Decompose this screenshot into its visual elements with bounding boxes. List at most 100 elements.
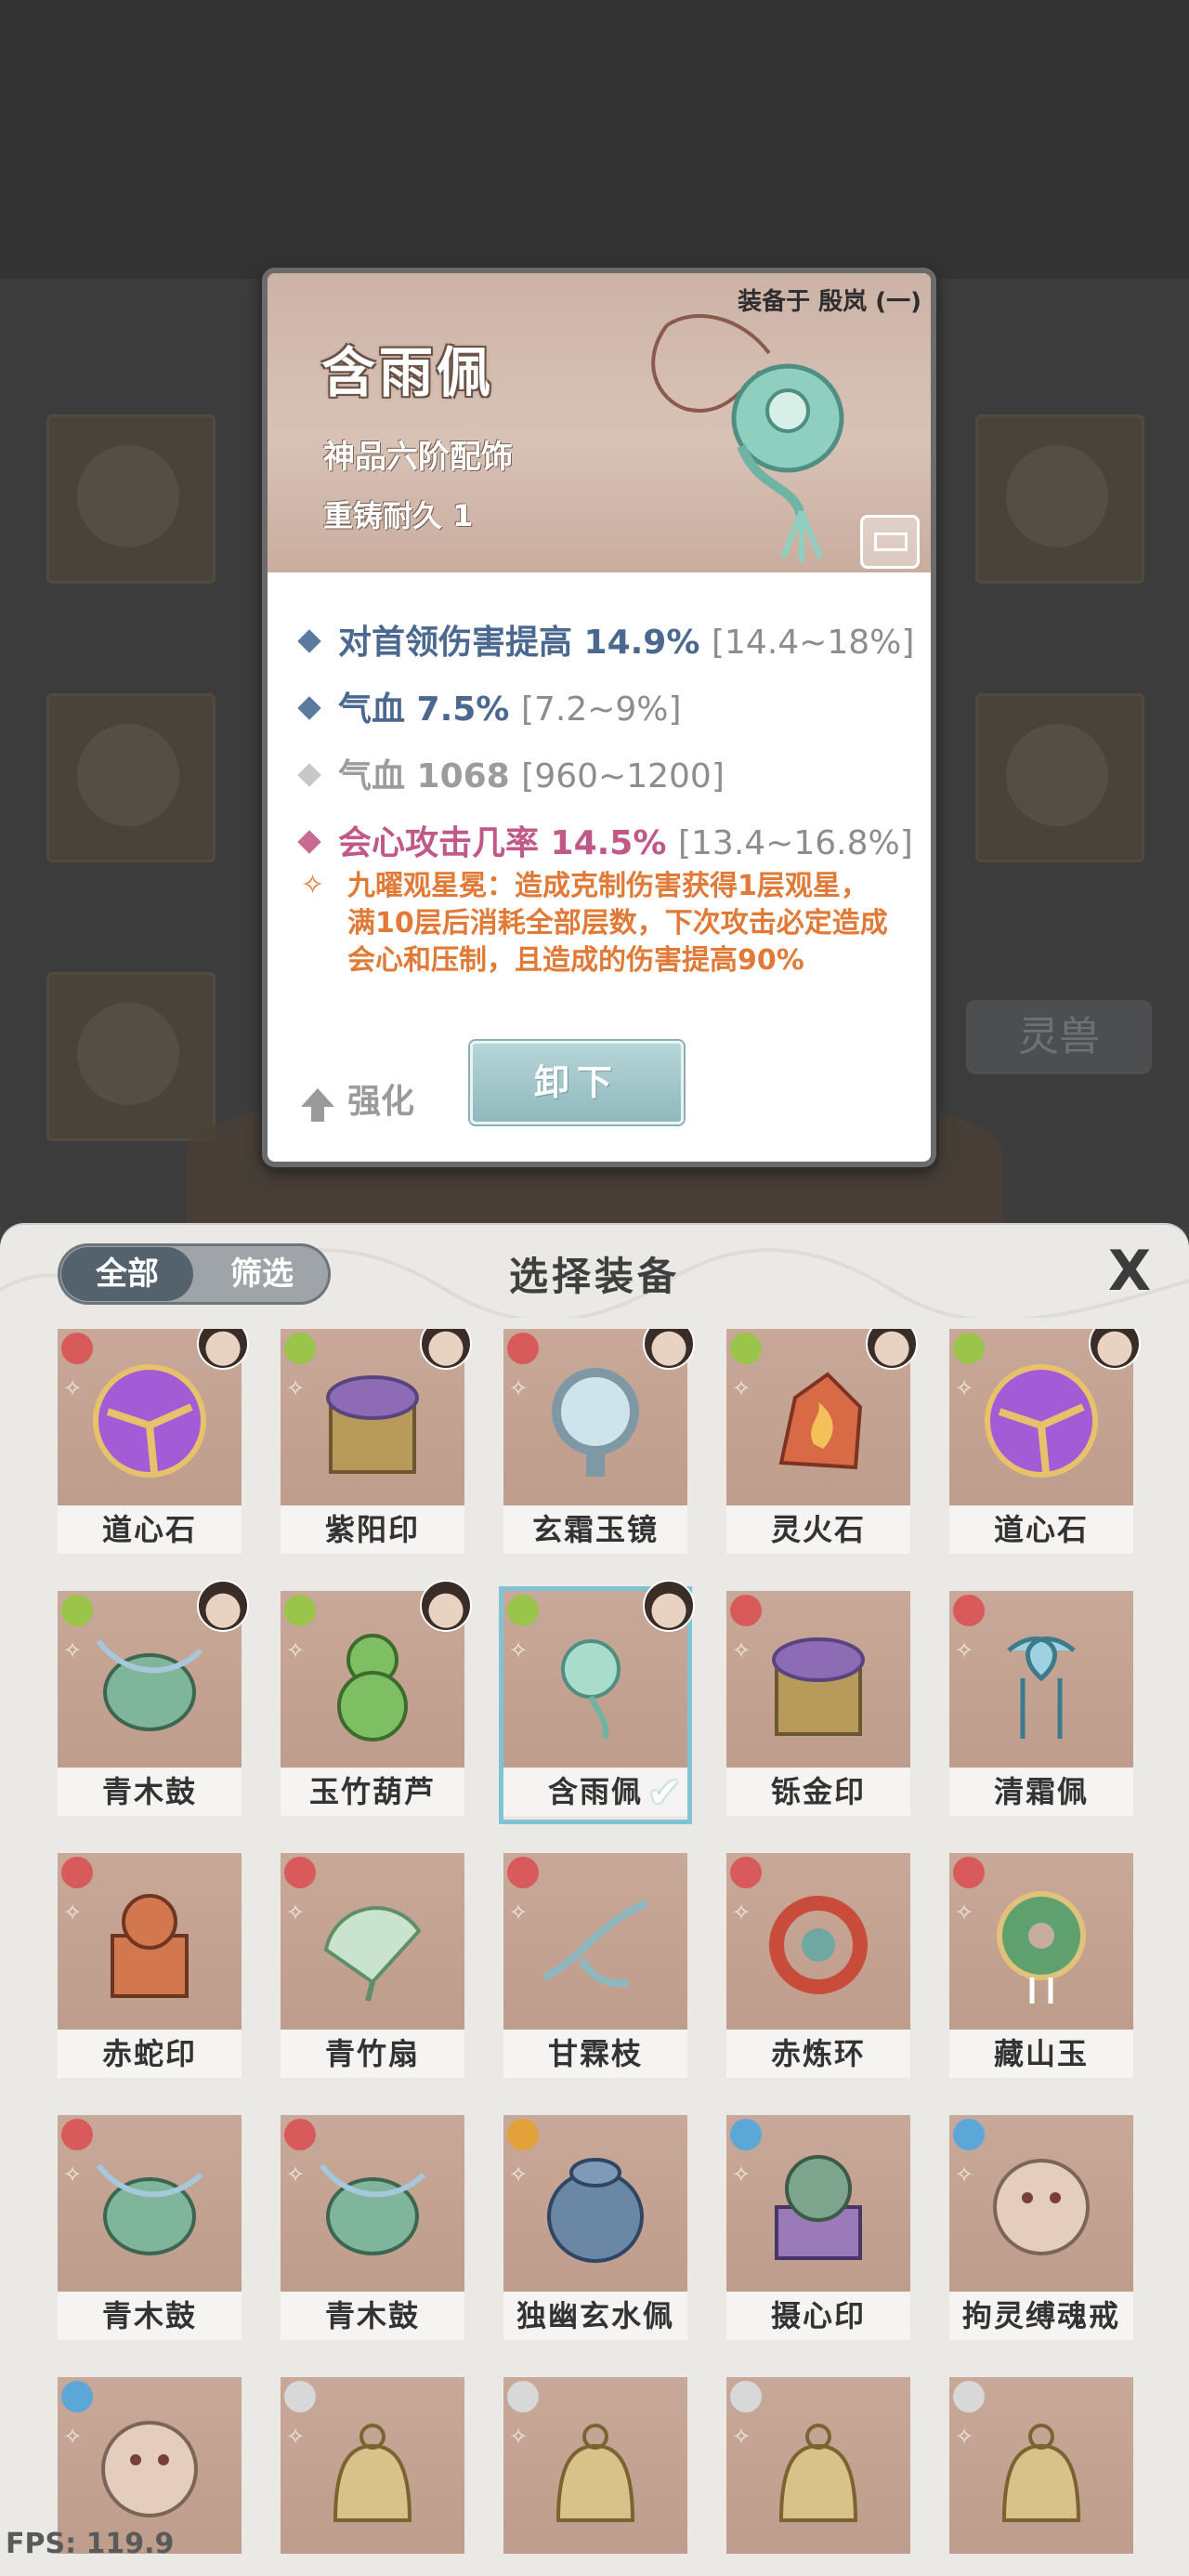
element-badge-icon	[284, 1857, 316, 1888]
stat-line: 气血 1068 [960~1200]	[297, 749, 725, 797]
equipment-slot[interactable]: ✧ 甘霖枝	[503, 1853, 687, 2082]
equipment-art: ✧	[726, 1853, 910, 2030]
equipment-slot[interactable]: ✧ 摄心印	[726, 2115, 910, 2344]
star-sigil-icon: ✧	[955, 1637, 974, 1663]
purple-orb-icon	[93, 1364, 206, 1478]
star-sigil-icon: ✧	[509, 1899, 529, 1925]
equipment-slot[interactable]: ✧ 赤蛇印	[58, 1853, 242, 2082]
element-badge-icon	[507, 1333, 539, 1364]
equipment-name: 拘灵缚魂戒	[949, 2292, 1133, 2340]
mirror-icon	[552, 1368, 639, 1477]
owner-avatar	[643, 1580, 695, 1632]
snake-seal-icon	[111, 1894, 189, 1998]
equipment-art: ✧	[58, 1853, 242, 2030]
equipment-slot[interactable]: ✧ 紫阳印	[281, 1329, 472, 1557]
element-badge-icon	[507, 2119, 539, 2150]
equipment-art: ✧	[949, 1329, 1141, 1505]
element-badge-icon	[730, 2119, 762, 2150]
equipment-name: 青木鼓	[58, 2292, 242, 2340]
background-equip-slot	[46, 693, 216, 862]
equipment-slot[interactable]: ✧ 玄霜玉镜	[503, 1329, 695, 1557]
equipment-name: 赤炼环	[726, 2030, 910, 2078]
equipment-name: 铄金印	[726, 1768, 910, 1816]
star-sigil-icon: ✧	[63, 1375, 83, 1401]
element-badge-icon	[953, 1857, 985, 1888]
gold-bell-icon	[555, 2424, 635, 2522]
equipment-slot[interactable]: ✧ 独幽玄水佩	[503, 2115, 687, 2344]
gold-bell-icon	[1001, 2424, 1081, 2522]
star-sigil-icon: ✧	[509, 1375, 529, 1401]
close-icon[interactable]: X	[1104, 1242, 1156, 1301]
star-sigil-icon: ✧	[286, 1637, 306, 1663]
equipment-name: 摄心印	[726, 2292, 910, 2340]
equipment-slot[interactable]: ✧ 清霜佩	[949, 1591, 1133, 1820]
equipment-slot[interactable]: ✧	[503, 2377, 687, 2576]
stat-range: [960~1200]	[521, 757, 725, 795]
equipment-art: ✧	[58, 1329, 249, 1505]
fire-stone-icon	[778, 1372, 863, 1470]
equipment-slot[interactable]: ✧ 藏山玉	[949, 1853, 1133, 2082]
background-equip-slot	[975, 414, 1144, 584]
background-top	[0, 0, 1189, 279]
equipment-slot[interactable]: ✧ 铄金印	[726, 1591, 910, 1820]
star-sigil-icon: ✧	[286, 1899, 306, 1925]
drum-icon	[96, 1639, 203, 1731]
equipment-grid: ✧ 道心石 ✧ 紫阳印 ✧ 玄霜玉镜 ✧ 灵火石 ✧ 道心石 ✧ 青木鼓 ✧ 玉竹葫芦 ✧ 含雨佩 ✔ ✧ 铄金印 ✧…	[0, 1329, 1189, 2576]
element-badge-icon	[507, 2381, 539, 2412]
drum-icon	[96, 2163, 203, 2255]
star-sigil-icon: ✧	[286, 1375, 306, 1401]
equipment-name: 青木鼓	[58, 1768, 242, 1816]
element-badge-icon	[284, 2119, 316, 2150]
equipment-art: ✧	[726, 2377, 910, 2554]
star-sigil-icon: ✧	[732, 1375, 751, 1401]
lock-icon[interactable]	[860, 515, 920, 569]
equipment-slot[interactable]: ✧ 青木鼓	[281, 2115, 464, 2344]
equipment-art: ✧	[503, 2115, 687, 2292]
equipment-slot[interactable]: ✧	[281, 2377, 464, 2576]
stat-value: 气血 1068	[338, 757, 510, 795]
unequip-button[interactable]: 卸下	[470, 1041, 684, 1124]
card-header: 装备于 殷岚 (一) 含雨佩 神品六阶配饰 重铸耐久 1	[268, 273, 931, 572]
equipment-art: ✧	[503, 1580, 695, 1768]
equipment-slot[interactable]: ✧	[949, 2377, 1133, 2576]
equipment-slot[interactable]: ✧ 青木鼓	[58, 2115, 242, 2344]
element-badge-icon	[507, 1595, 539, 1626]
equipment-art: ✧	[726, 2115, 910, 2292]
equipment-slot[interactable]: ✧ 玉竹葫芦	[281, 1580, 472, 1820]
equipment-name: 玄霜玉镜	[503, 1505, 687, 1554]
star-sigil-icon: ✧	[63, 1637, 83, 1663]
equipment-art: ✧	[503, 2377, 687, 2554]
element-badge-icon	[61, 2119, 93, 2150]
equipment-art: ✧	[949, 1853, 1133, 2030]
equipment-slot[interactable]: ✧ 青木鼓	[58, 1580, 249, 1820]
tab-all[interactable]: 全部	[61, 1247, 193, 1301]
equipment-slot[interactable]: ✧ 道心石	[949, 1329, 1141, 1557]
upgrade-button[interactable]: 强化	[301, 1074, 414, 1123]
equipment-slot[interactable]: ✧ 赤炼环	[726, 1853, 910, 2082]
equipment-slot[interactable]: ✧ 含雨佩 ✔	[499, 1580, 695, 1824]
star-sigil-icon: ✧	[63, 2162, 83, 2188]
equipment-slot[interactable]: ✧ 灵火石	[726, 1329, 918, 1557]
equipment-slot[interactable]: ✧ 拘灵缚魂戒	[949, 2115, 1133, 2344]
equipment-name: 清霜佩	[949, 1768, 1133, 1816]
element-badge-icon	[953, 1595, 985, 1626]
tab-filter[interactable]: 筛选	[197, 1247, 327, 1301]
ice-pendant-icon	[1007, 1636, 1076, 1739]
upgrade-label: 强化	[347, 1083, 415, 1121]
equipment-name: 道心石	[58, 1505, 242, 1554]
equipment-slot[interactable]: ✧ 道心石	[58, 1329, 249, 1557]
star-sigil-icon: ✧	[63, 1899, 83, 1925]
item-durability: 重铸耐久 1	[323, 498, 474, 533]
red-ring-icon	[769, 1896, 868, 1994]
stat-range: [13.4~16.8%]	[677, 824, 913, 862]
equipment-slot[interactable]: ✧	[726, 2377, 910, 2576]
filter-segment: 全部 筛选	[58, 1243, 331, 1305]
diamond-icon	[297, 830, 321, 854]
gold-bell-icon	[333, 2424, 412, 2522]
beast-ring-icon	[101, 2421, 198, 2517]
element-badge-icon	[953, 1333, 985, 1364]
equipment-art: ✧	[281, 1853, 464, 2030]
element-badge-icon	[730, 2381, 762, 2412]
equipment-name: 藏山玉	[949, 2030, 1133, 2078]
equipment-slot[interactable]: ✧ 青竹扇	[281, 1853, 464, 2082]
